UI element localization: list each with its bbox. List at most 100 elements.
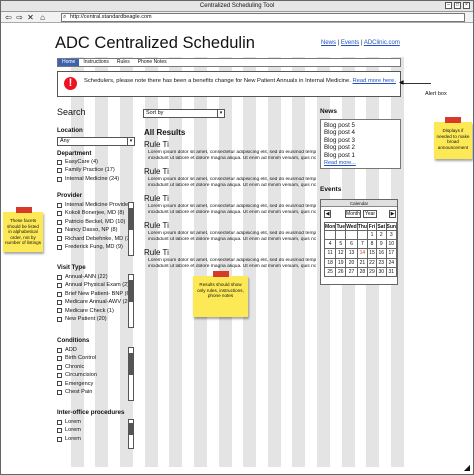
checkbox[interactable]: [57, 419, 62, 425]
list-item[interactable]: Internal Medicine Provider: [57, 201, 132, 209]
checkbox[interactable]: [57, 219, 62, 225]
maximize-icon[interactable]: □: [454, 2, 461, 9]
list-item[interactable]: Birth Control: [57, 354, 97, 362]
calendar-day[interactable]: 2: [375, 229, 387, 241]
alert-read-more-link[interactable]: Read more here.: [352, 78, 396, 84]
checkbox[interactable]: [57, 211, 62, 217]
calendar-day[interactable]: 5: [335, 239, 347, 250]
adclinic-link[interactable]: ADClinic.com: [364, 40, 400, 46]
calendar-day[interactable]: 20: [345, 257, 358, 268]
calendar-day[interactable]: 26: [335, 266, 347, 277]
checkbox[interactable]: [57, 176, 62, 182]
list-item[interactable]: Richard Debehnke, MD (7): [57, 235, 132, 243]
resize-grip-icon[interactable]: ◢: [464, 463, 470, 472]
result-item[interactable]: Rule Ti Lorem ipsum dolor sit amet, cons…: [144, 221, 316, 242]
calendar-day[interactable]: 29: [367, 266, 377, 277]
news-link[interactable]: News: [321, 40, 336, 46]
close-window-icon[interactable]: ×: [463, 2, 470, 9]
list-item[interactable]: Chronic: [57, 363, 97, 371]
list-item[interactable]: Family Practice (17): [57, 166, 119, 174]
news-post[interactable]: Blog post 3: [324, 137, 400, 144]
result-item[interactable]: Rule Ti Lorem ipsum dolor sit amet, cons…: [144, 194, 316, 215]
news-read-more-link[interactable]: Read more...: [324, 160, 356, 166]
list-item[interactable]: Medicare Check (1): [57, 307, 133, 315]
calendar-day[interactable]: 30: [375, 266, 387, 277]
news-post[interactable]: Blog post 5: [324, 122, 400, 129]
calendar-day[interactable]: 7: [356, 239, 369, 250]
list-item[interactable]: Circumcision: [57, 371, 97, 379]
events-link[interactable]: Events: [341, 40, 359, 46]
list-item[interactable]: Nancy Dasso, NP (8): [57, 226, 132, 234]
tab-rules[interactable]: Rules: [113, 59, 134, 66]
year-select[interactable]: Year: [363, 210, 377, 218]
list-item[interactable]: Internal Medicine (24): [57, 175, 119, 183]
calendar-day[interactable]: 8: [367, 239, 377, 250]
next-month-icon[interactable]: ▶: [389, 210, 396, 218]
checkbox[interactable]: [57, 372, 62, 378]
checkbox[interactable]: [57, 244, 62, 250]
result-item[interactable]: Rule Ti Lorem ipsum dolor sit amet, cons…: [144, 167, 316, 188]
list-item[interactable]: Emergency: [57, 380, 97, 388]
calendar-day[interactable]: 17: [385, 248, 398, 259]
checkbox[interactable]: [57, 428, 62, 434]
checkbox[interactable]: [57, 291, 62, 297]
checkbox[interactable]: [57, 364, 62, 370]
home-icon[interactable]: ⌂: [38, 13, 47, 22]
calendar-day[interactable]: 18: [323, 257, 337, 268]
checkbox[interactable]: [57, 274, 62, 280]
calendar-day[interactable]: 16: [375, 248, 387, 259]
news-post[interactable]: Blog post 1: [324, 152, 400, 159]
month-select[interactable]: Month: [345, 210, 361, 218]
result-item[interactable]: Rule Ti Lorem ipsum dolor sit amet, cons…: [144, 248, 316, 269]
tab-home[interactable]: Home: [58, 59, 80, 66]
calendar-day[interactable]: 3: [385, 229, 398, 241]
list-item[interactable]: Annual-ANN (22): [57, 273, 133, 281]
forward-icon[interactable]: ⇨: [15, 13, 24, 22]
calendar-day[interactable]: 24: [385, 257, 398, 268]
list-item[interactable]: Lorem: [57, 435, 81, 443]
list-item[interactable]: Lorem: [57, 426, 81, 434]
checkbox[interactable]: [57, 347, 62, 353]
calendar-day[interactable]: 12: [335, 248, 347, 259]
calendar-day[interactable]: 19: [335, 257, 347, 268]
calendar-day[interactable]: 27: [345, 266, 358, 277]
checkbox[interactable]: [57, 299, 62, 305]
checkbox[interactable]: [57, 436, 62, 442]
calendar-day[interactable]: 25: [323, 266, 337, 277]
checkbox[interactable]: [57, 236, 62, 242]
checkbox[interactable]: [57, 283, 62, 289]
conditions-scrollbar[interactable]: [128, 347, 134, 401]
news-post[interactable]: Blog post 2: [324, 144, 400, 151]
provider-scrollbar[interactable]: [128, 202, 134, 256]
checkbox[interactable]: [57, 202, 62, 208]
checkbox[interactable]: [57, 316, 62, 322]
visit-type-scrollbar[interactable]: [128, 274, 134, 328]
list-item[interactable]: Annual Physical Exam (2): [57, 281, 133, 289]
list-item[interactable]: Lorem: [57, 418, 81, 426]
calendar-day[interactable]: 11: [323, 248, 337, 259]
stop-icon[interactable]: ✕: [26, 13, 35, 22]
checkbox[interactable]: [57, 308, 62, 314]
result-title[interactable]: Rule Ti: [144, 248, 316, 257]
calendar-day[interactable]: 13: [345, 248, 358, 259]
calendar-day[interactable]: 23: [375, 257, 387, 268]
checkbox[interactable]: [57, 159, 62, 165]
calendar-day[interactable]: 6: [345, 239, 358, 250]
address-bar[interactable]: ⌕ http://central.standardbeagle.com: [61, 13, 465, 22]
checkbox[interactable]: [57, 168, 62, 174]
minimize-icon[interactable]: –: [445, 2, 452, 9]
result-title[interactable]: Rule Ti: [144, 140, 316, 149]
calendar-day[interactable]: 4: [323, 239, 337, 250]
checkbox[interactable]: [57, 227, 62, 233]
list-item[interactable]: EasyCare (4): [57, 158, 119, 166]
checkbox[interactable]: [57, 381, 62, 387]
list-item[interactable]: Chest Pain: [57, 388, 97, 396]
tab-phone-notes[interactable]: Phone Notes: [134, 59, 171, 66]
result-title[interactable]: Rule Ti: [144, 221, 316, 230]
news-post[interactable]: Blog post 4: [324, 129, 400, 136]
list-item[interactable]: Medicare Annual-AWV (28): [57, 298, 133, 306]
result-title[interactable]: Rule Ti: [144, 194, 316, 203]
back-icon[interactable]: ⇦: [4, 13, 13, 22]
list-item[interactable]: Kokoli Bonerjee, MD (8): [57, 209, 132, 217]
list-item[interactable]: ADD: [57, 346, 97, 354]
